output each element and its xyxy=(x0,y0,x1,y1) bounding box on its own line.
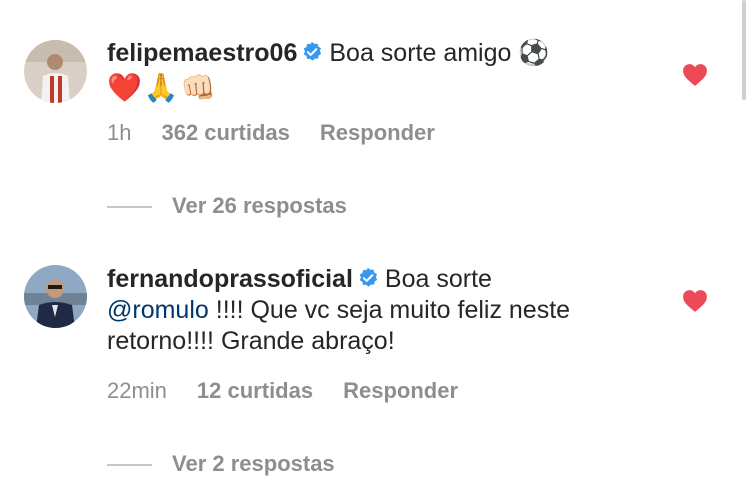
comment-meta: 1h 362 curtidas Responder xyxy=(107,120,435,146)
username[interactable]: fernandoprassoficial xyxy=(107,265,353,293)
avatar[interactable] xyxy=(24,265,87,328)
timestamp: 1h xyxy=(107,120,132,145)
comment-text: fernandoprassoficial Boa sorte @romulo !!!… xyxy=(107,264,627,357)
comment-message: Boa sorte amigo xyxy=(329,39,512,67)
pray-emoji: 🙏 xyxy=(143,72,179,103)
comment-meta: 22min 12 curtidas Responder xyxy=(107,378,458,404)
likes-count[interactable]: 362 curtidas xyxy=(161,120,289,145)
mention-link[interactable]: @romulo xyxy=(107,296,209,324)
verified-badge-icon xyxy=(357,267,379,289)
heart-emoji: ❤️ xyxy=(107,72,142,103)
soccer-ball-emoji: ⚽ xyxy=(518,39,550,67)
view-replies-label: Ver 2 respostas xyxy=(172,451,335,476)
view-replies-label: Ver 26 respostas xyxy=(172,193,347,218)
avatar[interactable] xyxy=(24,40,87,103)
like-heart-icon[interactable] xyxy=(682,289,708,313)
timestamp: 22min xyxy=(107,378,167,403)
view-replies-button[interactable]: Ver 26 respostas xyxy=(107,193,347,219)
emoji-line: ❤️🙏👊🏻 xyxy=(107,71,627,105)
comment-text: felipemaestro06 Boa sorte amigo ⚽ ❤️🙏👊🏻 xyxy=(107,38,627,105)
username[interactable]: felipemaestro06 xyxy=(107,39,297,67)
like-heart-icon[interactable] xyxy=(682,63,708,87)
reply-button[interactable]: Responder xyxy=(320,120,435,145)
view-replies-button[interactable]: Ver 2 respostas xyxy=(107,451,335,477)
verified-badge-icon xyxy=(301,41,323,63)
replies-divider xyxy=(107,206,152,209)
likes-count[interactable]: 12 curtidas xyxy=(197,378,313,403)
comment-message: Boa sorte xyxy=(384,265,492,293)
fist-emoji: 👊🏻 xyxy=(180,72,216,103)
scrollbar[interactable] xyxy=(742,0,746,100)
reply-button[interactable]: Responder xyxy=(343,378,458,403)
replies-divider xyxy=(107,464,152,467)
